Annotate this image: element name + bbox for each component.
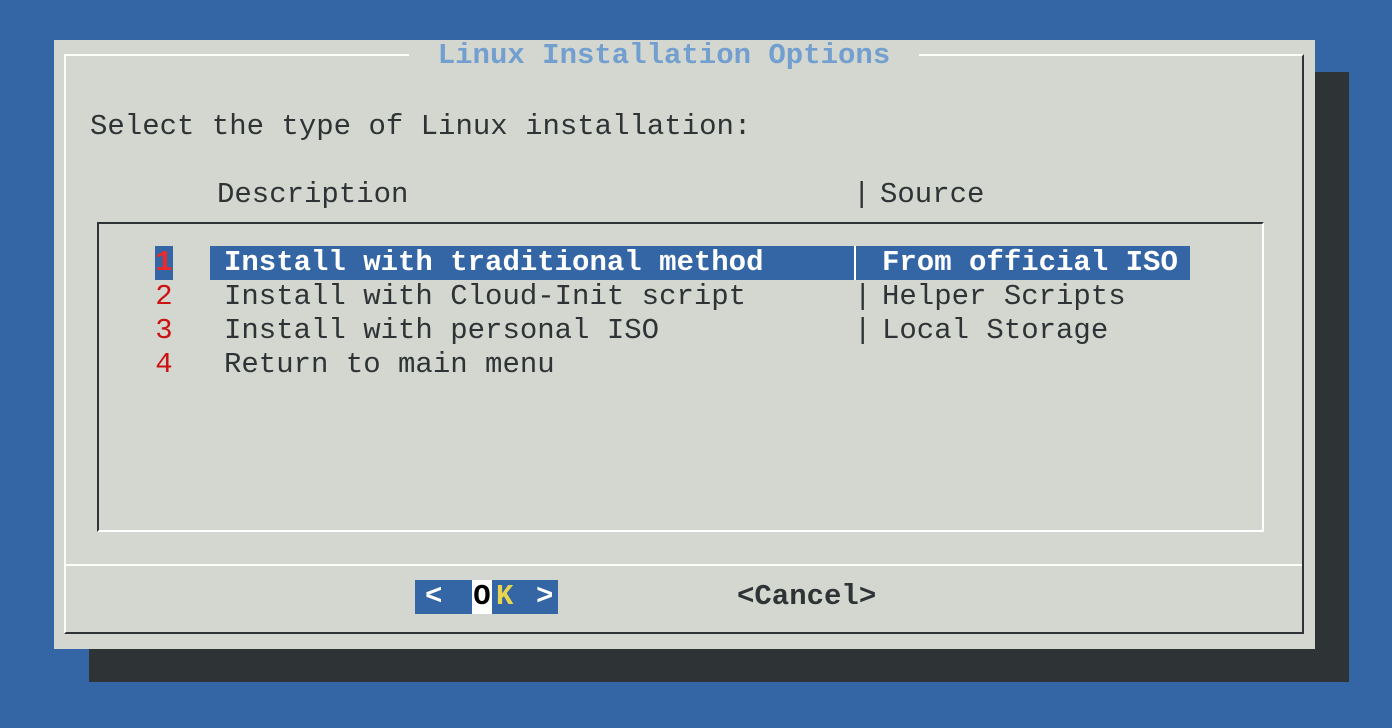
column-header-description: Description (217, 178, 408, 212)
linux-installation-options-dialog: Linux Installation Options Select the ty… (54, 40, 1315, 649)
menu-item-description: Install with personal ISO (224, 314, 659, 348)
selected-item-highlight: Install with traditional method From off… (210, 246, 1190, 280)
column-header-source: Source (880, 178, 984, 212)
column-header-row: Description | Source (54, 178, 1315, 212)
menu-item-source: Local Storage (882, 314, 1108, 348)
ok-left-bracket: < (425, 580, 442, 614)
menu-item-source: Helper Scripts (882, 280, 1126, 314)
menu-item-install-cloud-init[interactable]: 2 Install with Cloud-Init script | Helpe… (99, 280, 1262, 314)
column-separator: | (854, 314, 871, 348)
menu-item-install-personal-iso[interactable]: 3 Install with personal ISO | Local Stor… (99, 314, 1262, 348)
menu-item-number: 4 (155, 348, 173, 382)
menu-item-number: 3 (155, 314, 173, 348)
menu-item-number: 1 (155, 246, 173, 280)
menu-item-description: Install with Cloud-Init script (224, 280, 746, 314)
prompt-text: Select the type of Linux installation: (90, 110, 751, 144)
terminal-screen: { "colors": { "bg": "#3465a4", "dialog":… (0, 0, 1392, 728)
button-area-separator (66, 564, 1302, 566)
ok-button[interactable]: < O K > (415, 580, 558, 614)
text-cursor: O (472, 580, 492, 614)
column-separator (854, 246, 856, 280)
column-separator: | (853, 178, 870, 212)
ok-hotkey-letter: K (496, 580, 513, 614)
menu-item-install-traditional[interactable]: 1 Install with traditional method From o… (99, 246, 1262, 280)
menu-item-description: Return to main menu (224, 348, 555, 382)
ok-right-bracket: > (536, 580, 553, 614)
column-separator: | (854, 280, 871, 314)
menu-item-number: 2 (155, 280, 173, 314)
menu-list: 1 Install with traditional method From o… (97, 222, 1264, 532)
menu-item-source: From official ISO (882, 246, 1178, 280)
dialog-title: Linux Installation Options (409, 40, 919, 70)
cancel-button[interactable]: <Cancel> (737, 580, 876, 614)
menu-item-description: Install with traditional method (224, 246, 764, 280)
menu-item-return-main-menu[interactable]: 4 Return to main menu (99, 348, 1262, 382)
